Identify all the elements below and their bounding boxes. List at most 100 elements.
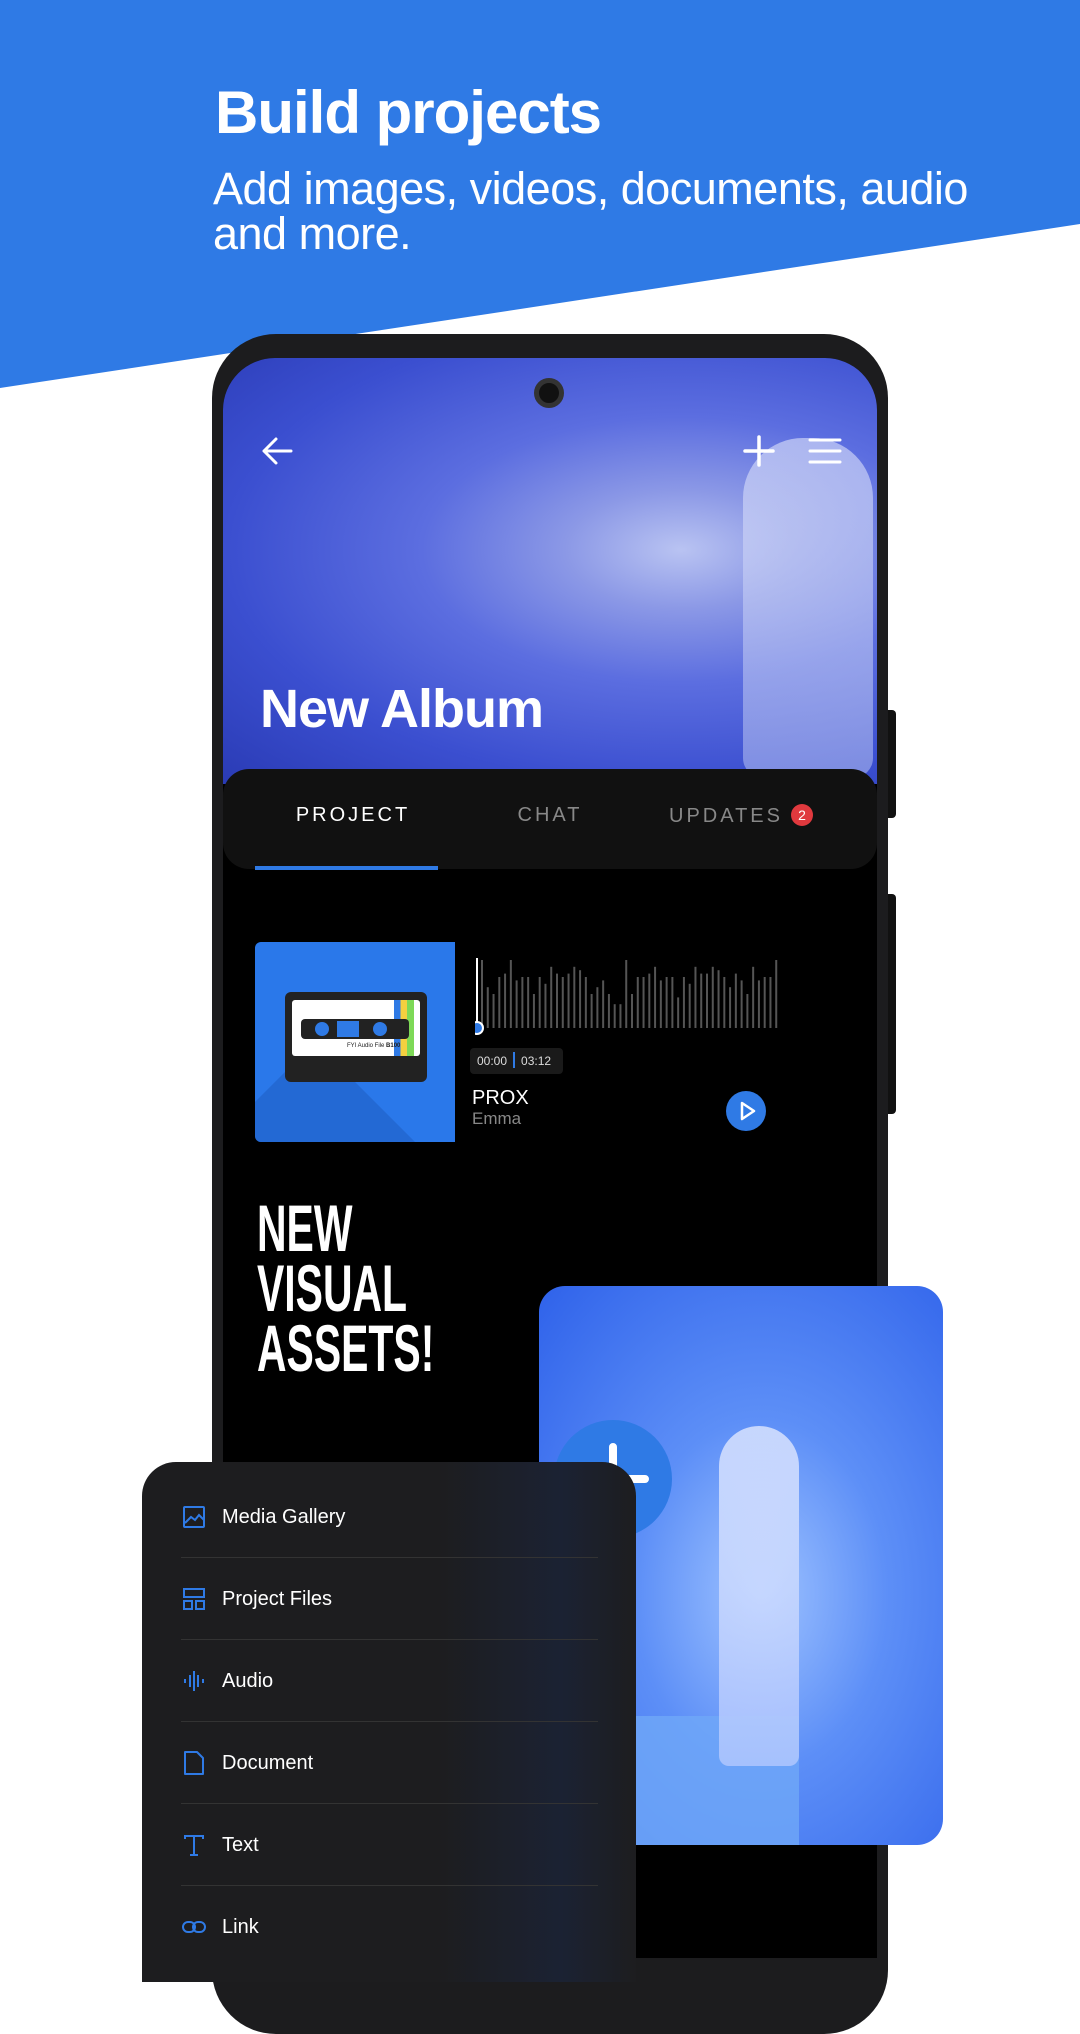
add-menu: Media Gallery Project Files Audio Docume… — [142, 1462, 636, 1982]
waveform-bar — [740, 980, 743, 1028]
waveform-bar — [567, 973, 570, 1028]
waveform-bar — [509, 960, 512, 1028]
phone-side-button — [888, 710, 896, 818]
document-icon — [184, 1751, 204, 1775]
headline-subtitle: Add images, videos, documents, audio and… — [213, 163, 968, 259]
headline-line: VISUAL — [257, 1251, 408, 1325]
waveform-bar — [763, 977, 766, 1028]
menu-item-text[interactable]: Text — [142, 1804, 636, 1886]
waveform-bar — [706, 973, 708, 1028]
tab-project[interactable]: PROJECT — [296, 804, 410, 827]
waveform-bar — [492, 994, 495, 1028]
track-title: PROX — [472, 1087, 529, 1109]
waveform-bar — [590, 994, 593, 1028]
add-icon[interactable] — [742, 434, 776, 468]
waveform-bar — [729, 987, 732, 1028]
album-title: New Album — [260, 679, 544, 739]
headline-line: ASSETS! — [257, 1311, 435, 1385]
waveform-bar — [602, 980, 605, 1028]
visual-assets-headline: NEW VISUAL ASSETS! — [257, 1191, 435, 1385]
cassette-icon: FYI Audio File B100 — [285, 992, 427, 1082]
waveform-bar — [700, 973, 703, 1028]
menu-item-audio[interactable]: Audio — [142, 1640, 636, 1722]
link-icon — [182, 1921, 206, 1933]
waveform-bar — [619, 1004, 622, 1028]
waveform-bar — [665, 977, 668, 1028]
menu-icon[interactable] — [808, 437, 842, 465]
waveform-bar — [757, 980, 760, 1028]
waveform-bar — [677, 997, 680, 1028]
waveform-bar — [561, 977, 564, 1028]
updates-badge: 2 — [790, 804, 813, 826]
menu-item-label: Audio — [222, 1670, 274, 1692]
waveform-bar — [538, 977, 541, 1028]
image-icon — [183, 1506, 205, 1528]
waveform-bar — [642, 977, 645, 1028]
back-arrow-icon[interactable] — [261, 436, 293, 466]
waveform-bar — [775, 960, 778, 1028]
track-artist: Emma — [472, 1109, 522, 1128]
menu-item-link[interactable]: Link — [142, 1886, 636, 1968]
waveform-bar — [532, 994, 535, 1028]
waveform-bar — [527, 977, 530, 1028]
menu-item-label: Text — [222, 1834, 259, 1856]
time-display: 00:00 03:12 — [470, 1048, 563, 1074]
text-icon — [184, 1835, 204, 1856]
waveform-bar — [723, 977, 726, 1028]
waveform-bar — [734, 973, 737, 1028]
waveform-bar — [498, 977, 501, 1028]
layout-icon — [183, 1588, 205, 1610]
menu-item-document[interactable]: Document — [142, 1722, 636, 1804]
tab-bar: PROJECT CHAT UPDATES 2 — [223, 769, 877, 869]
phone-volume-button — [888, 894, 896, 1114]
waveform-bar — [550, 966, 553, 1028]
waveform-bar — [746, 994, 749, 1028]
waveform-bar — [607, 994, 610, 1028]
camera-icon — [534, 378, 564, 408]
cassette-code: B100 — [386, 1043, 401, 1049]
menu-item-label: Media Gallery — [222, 1506, 346, 1528]
tab-updates-label: UPDATES — [669, 805, 783, 827]
waveform-bar — [688, 983, 691, 1028]
playhead-handle[interactable] — [475, 1021, 484, 1035]
waveform-bar — [671, 977, 674, 1028]
menu-item-project-files[interactable]: Project Files — [142, 1558, 636, 1640]
waveform-bar — [521, 977, 524, 1028]
audio-waveform[interactable] — [475, 958, 780, 1036]
tab-updates[interactable]: UPDATES 2 — [669, 804, 813, 828]
waveform-bar — [694, 966, 697, 1028]
playhead-line — [476, 958, 478, 1028]
cassette-label: FYI Audio File — [347, 1043, 385, 1049]
waveform-bar — [544, 983, 547, 1028]
play-icon — [740, 1101, 756, 1121]
waveform-bar — [556, 973, 558, 1028]
headline-line: NEW — [257, 1191, 353, 1265]
waveform-icon — [184, 1671, 204, 1691]
waveform-bar — [631, 994, 633, 1028]
menu-item-media-gallery[interactable]: Media Gallery — [142, 1476, 636, 1558]
menu-item-label: Project Files — [222, 1588, 333, 1610]
waveform-bar — [717, 970, 720, 1028]
play-button[interactable] — [726, 1091, 766, 1131]
waveform-bar — [682, 977, 685, 1028]
waveform-bar — [659, 980, 662, 1028]
cassette-thumbnail: FYI Audio File B100 — [255, 942, 455, 1142]
waveform-bar — [711, 966, 714, 1028]
waveform-bar — [648, 973, 651, 1028]
waveform-bar — [584, 977, 587, 1028]
waveform-bar — [481, 960, 483, 1028]
waveform-bar — [515, 980, 518, 1028]
waveform-bar — [504, 973, 507, 1028]
waveform-bar — [752, 966, 755, 1028]
tab-chat[interactable]: CHAT — [518, 804, 583, 827]
waveform-bar — [625, 960, 628, 1028]
waveform-bar — [486, 987, 489, 1028]
waveform-bar — [579, 970, 582, 1028]
duration: 03:12 — [521, 1054, 552, 1068]
waveform-bar — [596, 987, 599, 1028]
headline-title: Build projects — [215, 79, 602, 146]
menu-item-label: Document — [222, 1752, 314, 1774]
waveform-bar — [613, 1004, 616, 1028]
menu-item-label: Link — [222, 1916, 259, 1938]
waveform-bar — [573, 966, 576, 1028]
